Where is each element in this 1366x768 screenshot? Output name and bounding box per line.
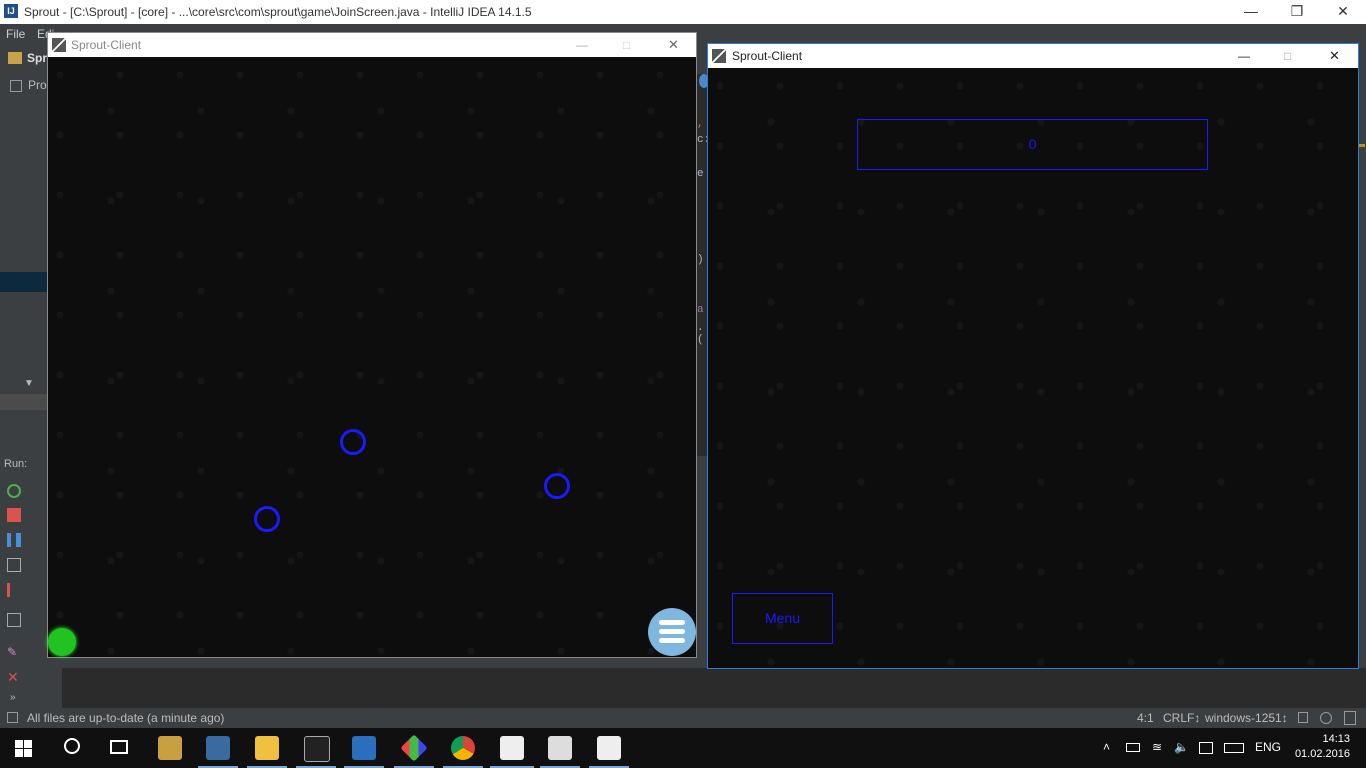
client-titlebar[interactable]: Sprout-Client — □ ✕: [708, 44, 1358, 68]
hamburger-bar: [659, 629, 685, 634]
lock-icon[interactable]: [1298, 712, 1308, 723]
code-fragment: ): [697, 254, 704, 266]
ide-right-gutter: [1358, 44, 1366, 708]
pin-icon[interactable]: ✎: [7, 645, 21, 659]
start-button-icon[interactable]: [15, 740, 32, 757]
game-canvas[interactable]: [48, 57, 696, 657]
sublime-text-icon[interactable]: [158, 736, 182, 760]
file-explorer-icon[interactable]: [255, 736, 279, 760]
close-run-icon[interactable]: ✕: [7, 670, 21, 684]
client-titlebar[interactable]: Sprout-Client — □ ✕: [48, 33, 696, 57]
game-canvas[interactable]: 0 Menu: [708, 68, 1358, 668]
status-toggle-icon[interactable]: [7, 712, 18, 723]
client-title: Sprout-Client: [732, 49, 803, 63]
run-panel-label: Run:: [4, 458, 28, 470]
menu-button[interactable]: Menu: [732, 593, 833, 644]
project-tab-label: Pro: [28, 78, 47, 92]
game-node[interactable]: [544, 473, 570, 499]
score-display: 0: [857, 119, 1208, 170]
pause-icon[interactable]: [7, 533, 21, 547]
sourcetree-icon[interactable]: [400, 734, 428, 762]
ide-statusbar: All files are up-to-date (a minute ago) …: [0, 708, 1366, 728]
chevron-up-icon[interactable]: ˄: [1103, 740, 1110, 754]
client-minimize-button[interactable]: —: [1238, 44, 1250, 68]
tree-expand-icon[interactable]: ▼: [24, 378, 34, 389]
ide-close-button[interactable]: ✕: [1320, 0, 1366, 24]
ide-window-title: Sprout - [C:\Sprout] - [core] - ...\core…: [24, 5, 532, 19]
clock-time: 14:13: [1322, 733, 1350, 745]
clock-date: 01.02.2016: [1294, 748, 1350, 760]
java-app-icon[interactable]: [597, 736, 621, 760]
project-tab-icon: [10, 80, 22, 92]
wifi-icon[interactable]: ≊: [1152, 740, 1162, 754]
intellij-logo-icon: IJ: [4, 4, 18, 18]
stop-icon[interactable]: [7, 508, 21, 522]
client-title: Sprout-Client: [71, 38, 142, 52]
chrome-icon[interactable]: [451, 736, 475, 760]
sprout-client-window-right: Sprout-Client — □ ✕ 0 Menu: [707, 43, 1359, 669]
paint-icon[interactable]: [548, 736, 572, 760]
client-minimize-button[interactable]: —: [576, 33, 588, 57]
status-message[interactable]: All files are up-to-date (a minute ago): [27, 708, 224, 728]
player-indicator: [48, 628, 76, 656]
project-tree-selected-row[interactable]: [0, 272, 48, 292]
client-maximize-button[interactable]: □: [623, 33, 630, 57]
sprout-client-window-left: Sprout-Client — □ ✕: [47, 32, 697, 658]
line-ending-selector[interactable]: CRLF↕: [1163, 708, 1200, 728]
project-name-label[interactable]: Spr: [27, 51, 47, 65]
game-node[interactable]: [254, 506, 280, 532]
camera-icon[interactable]: [7, 558, 21, 572]
keyboard-icon[interactable]: [1224, 743, 1244, 753]
task-view-icon[interactable]: [110, 740, 128, 754]
encoding-selector[interactable]: windows-1251↕: [1205, 708, 1288, 728]
layout-icon[interactable]: [7, 613, 21, 627]
code-fragment: ,: [697, 118, 704, 130]
pgadmin-icon[interactable]: [206, 736, 230, 760]
intellij-idea-icon[interactable]: [352, 736, 376, 760]
hamburger-menu-button[interactable]: [648, 608, 696, 656]
hamburger-bar: [659, 620, 685, 625]
ide-titlebar: IJ Sprout - [C:\Sprout] - [core] - ...\c…: [0, 0, 1366, 24]
rerun-icon[interactable]: [7, 484, 21, 498]
project-tab[interactable]: Pro: [0, 74, 48, 96]
command-prompt-icon[interactable]: [304, 736, 330, 762]
java-window-icon: [52, 38, 66, 52]
event-log-icon[interactable]: [1344, 711, 1356, 725]
client-maximize-button[interactable]: □: [1284, 44, 1291, 68]
battery-icon[interactable]: [1126, 743, 1140, 752]
java-window-icon: [712, 49, 726, 63]
language-indicator[interactable]: ENG: [1255, 740, 1281, 754]
code-fragment: e: [697, 168, 704, 180]
project-folder-icon: [8, 52, 22, 64]
inspector-icon[interactable]: [1320, 712, 1332, 724]
hamburger-bar: [659, 638, 685, 643]
clock[interactable]: 14:13 01.02.2016: [1295, 732, 1350, 762]
ide-restore-button[interactable]: ❐: [1274, 0, 1320, 24]
exit-icon[interactable]: [7, 583, 21, 597]
search-icon[interactable]: [64, 738, 80, 754]
code-fragment: a: [697, 304, 704, 316]
client-close-button[interactable]: ✕: [1329, 44, 1340, 68]
more-tools-icon[interactable]: »: [10, 692, 24, 706]
game-node[interactable]: [340, 429, 366, 455]
caret-position[interactable]: 4:1: [1137, 708, 1154, 728]
run-console[interactable]: [62, 668, 1366, 708]
volume-icon[interactable]: 🔈: [1174, 740, 1189, 754]
java-app-icon[interactable]: [500, 736, 524, 760]
gutter-marker[interactable]: [1359, 144, 1365, 147]
client-close-button[interactable]: ✕: [668, 33, 679, 57]
menu-file[interactable]: File: [6, 24, 25, 44]
notifications-icon[interactable]: [1199, 742, 1213, 754]
project-tree-row[interactable]: [0, 394, 48, 410]
taskbar: ˄ ≊ 🔈 ENG 14:13 01.02.2016: [0, 728, 1366, 768]
ide-minimize-button[interactable]: —: [1228, 0, 1274, 24]
